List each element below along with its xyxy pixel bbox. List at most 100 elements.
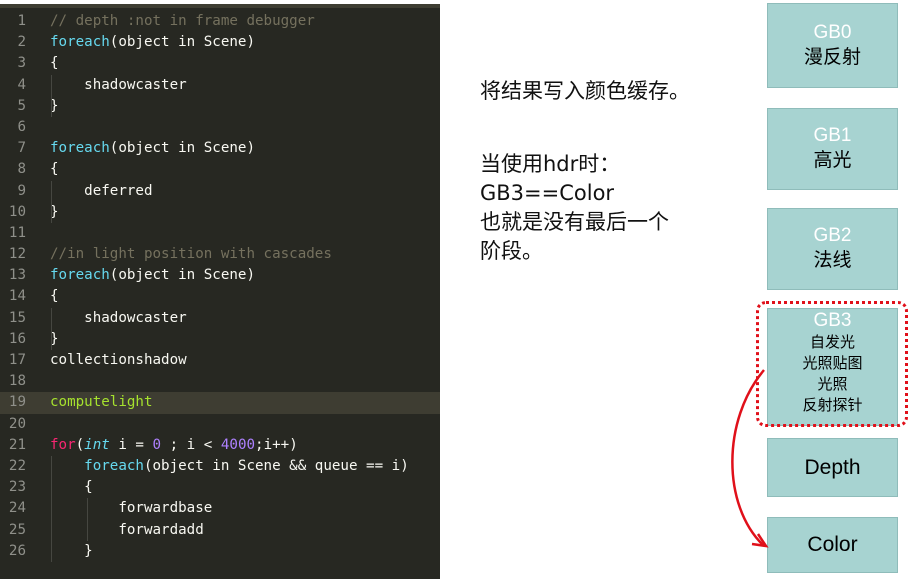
indent-guide (87, 519, 88, 541)
code-text: computelight (50, 392, 153, 413)
code-line: 19 computelight (0, 392, 440, 414)
code-text: } (50, 541, 93, 562)
code-text: shadowcaster (50, 75, 187, 96)
code-line: 16} (0, 328, 440, 350)
line-number: 10 (8, 203, 26, 220)
editor-top-strip (0, 4, 440, 8)
code-text: // depth :not in frame debugger (50, 11, 315, 32)
code-token: for (50, 436, 76, 453)
code-line: 3{ (0, 53, 440, 74)
note-write-color-buffer: 将结果写入颜色缓存。 (480, 77, 690, 106)
indent-guide (51, 95, 52, 117)
line-number: 15 (8, 309, 26, 326)
code-line: 4 shadowcaster (0, 74, 440, 96)
code-line: 8{ (0, 159, 440, 180)
code-token: } (50, 542, 93, 559)
code-token: foreach (50, 267, 110, 284)
code-token: shadowcaster (50, 76, 187, 93)
gb1-title: GB1 (813, 125, 852, 146)
code-line: 21 for(int i = 0 ; i < 4000;i++) (0, 435, 440, 456)
code-token: 0 (152, 436, 162, 453)
line-number: 17 (8, 352, 26, 368)
code-token: { (50, 288, 59, 305)
line-number: 18 (8, 373, 26, 390)
color-label: Color (807, 533, 858, 556)
indent-guide (87, 498, 88, 520)
gb2-desc: 法线 (813, 249, 852, 271)
code-text: { (50, 477, 93, 498)
code-line: 7 foreach(object in Scene) (0, 138, 440, 159)
line-number: 1 (17, 13, 26, 29)
code-text: //in light position with cascades (50, 244, 332, 265)
note-line-3: GB3==Color (480, 181, 615, 205)
code-text: collectionshadow (50, 350, 187, 371)
code-token: shadowcaster (50, 309, 187, 326)
code-line: 5} (0, 95, 440, 117)
code-line: 1 // depth :not in frame debugger (0, 11, 440, 32)
code-token: ( (75, 436, 85, 453)
code-text: { (50, 159, 59, 180)
line-number: 5 (17, 97, 26, 114)
code-line: 13 foreach(object in Scene) (0, 265, 440, 286)
code-text: { (50, 53, 59, 74)
code-editor: 1 // depth :not in frame debugger 2 foreach… (0, 4, 440, 579)
code-token: ; i < (161, 436, 221, 453)
code-token: 4000 (220, 436, 256, 453)
code-text: foreach(object in Scene && queue == i) (50, 456, 409, 477)
indent-guide (51, 477, 52, 499)
gbuffer-box-gb1: GB1 高光 (767, 108, 898, 190)
indent-guide (51, 519, 52, 541)
gb0-desc: 漫反射 (803, 45, 861, 68)
code-token: (object in Scene && queue == i) (143, 457, 409, 474)
gbuffer-box-depth: Depth (767, 438, 898, 497)
gbuffer-box-color: Color (767, 517, 898, 573)
code-token: int (84, 436, 110, 453)
indent-guide (51, 540, 52, 562)
line-number: 4 (17, 76, 26, 93)
note-line-4: 也就是没有最后一个 (480, 210, 669, 234)
line-number: 7 (17, 140, 26, 157)
code-line: 18 (0, 371, 440, 392)
line-number: 11 (8, 224, 26, 241)
code-text: foreach(object in Scene) (50, 32, 255, 53)
gb0-title: GB0 (813, 21, 852, 43)
line-number: 2 (17, 34, 26, 51)
line-number: 9 (17, 182, 26, 199)
code-text: forwardbase (50, 498, 212, 519)
code-line: 11 (0, 223, 440, 244)
code-line: 22 foreach(object in Scene && queue == i… (0, 455, 440, 478)
note-hdr: 当使用hdr时： GB3==Color 也就是没有最后一个 阶段。 (480, 150, 669, 266)
code-line: 23 { (0, 477, 440, 499)
arrow-head (751, 533, 769, 548)
line-number: 16 (8, 330, 26, 347)
line-number: 24 (8, 500, 26, 517)
code-token: { (50, 55, 59, 72)
code-text: shadowcaster (50, 308, 187, 329)
line-number: 26 (8, 542, 26, 559)
code-token: ;i++) (255, 436, 298, 453)
code-token: (object in Scene) (109, 267, 256, 284)
code-text: foreach(object in Scene) (50, 138, 255, 159)
code-token: { (50, 479, 93, 496)
code-token: foreach (50, 34, 110, 51)
code-text: deferred (50, 181, 152, 202)
code-token: //in light position with cascades (50, 246, 332, 263)
code-line: 26 } (0, 540, 440, 562)
gbuffer-box-gb0: GB0 漫反射 (767, 3, 898, 88)
code-line: 15 shadowcaster (0, 307, 440, 329)
depth-label: Depth (804, 455, 861, 479)
code-text: foreach(object in Scene) (50, 265, 255, 286)
gb2-title: GB2 (813, 225, 852, 246)
code-token: forwardadd (50, 521, 204, 538)
code-text: for(int i = 0 ; i < 4000;i++) (50, 435, 298, 456)
code-line: 12 //in light position with cascades (0, 244, 440, 265)
code-token: foreach (50, 140, 110, 157)
code-token: foreach (84, 457, 144, 474)
indent-guide (51, 180, 52, 202)
line-number: 25 (8, 521, 26, 538)
code-line: 17 collectionshadow (0, 350, 440, 371)
code-line: 10} (0, 201, 440, 223)
line-number: 22 (8, 457, 26, 474)
line-number: 12 (8, 246, 26, 263)
indent-guide (51, 201, 52, 223)
